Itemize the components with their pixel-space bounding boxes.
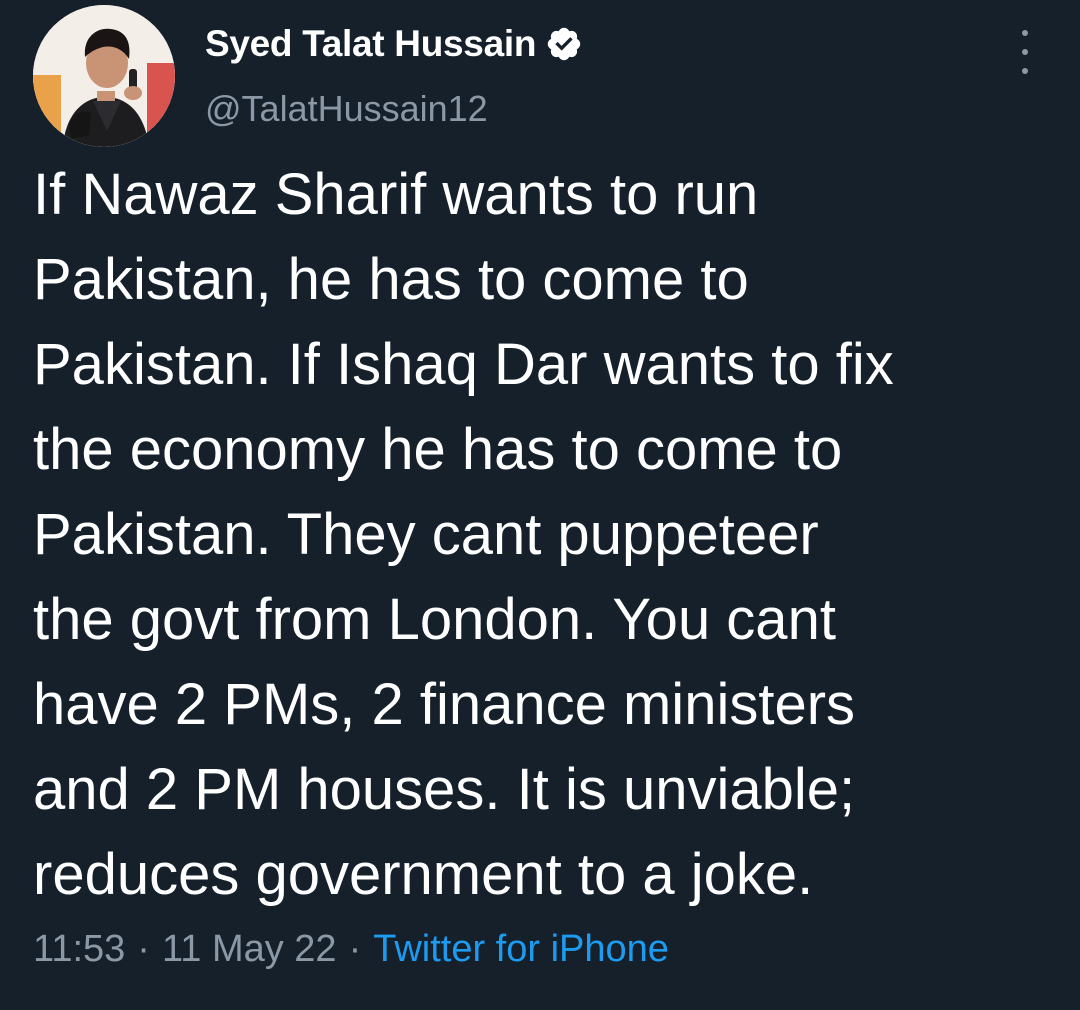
- author-display-name[interactable]: Syed Talat Hussain: [205, 23, 536, 65]
- tweet: Syed Talat Hussain @TalatHussain12 If Na…: [0, 0, 1080, 1010]
- verified-badge-icon: [547, 27, 581, 61]
- meta-separator: ·: [348, 928, 362, 970]
- author-handle[interactable]: @TalatHussain12: [205, 88, 488, 130]
- tweet-text-line: Pakistan. If Ishaq Dar wants to fix: [33, 332, 894, 397]
- tweet-text-line: Pakistan, he has to come to: [33, 247, 749, 312]
- tweet-text-line: have 2 PMs, 2 finance ministers: [33, 672, 856, 737]
- tweet-time[interactable]: 11:53: [33, 928, 125, 971]
- tweet-text-line: the govt from London. You cant: [33, 587, 836, 652]
- tweet-source-link[interactable]: Twitter for iPhone: [373, 928, 669, 971]
- more-dot: [1022, 30, 1028, 36]
- tweet-text-line: Pakistan. They cant puppeteer: [33, 502, 819, 567]
- avatar[interactable]: [33, 5, 175, 147]
- tweet-text: If Nawaz Sharif wants to run Pakistan, h…: [33, 152, 1053, 917]
- author-name-row[interactable]: Syed Talat Hussain: [205, 22, 583, 66]
- tweet-text-line: If Nawaz Sharif wants to run: [33, 162, 759, 227]
- more-dot: [1022, 49, 1028, 55]
- more-dot: [1022, 68, 1028, 74]
- avatar-photo: [33, 5, 175, 147]
- meta-separator: ·: [137, 928, 150, 970]
- tweet-text-line: the economy he has to come to: [33, 417, 843, 482]
- tweet-date[interactable]: 11 May 22: [162, 928, 337, 971]
- tweet-metadata: 11:53 · 11 May 22 · Twitter for iPhone: [33, 928, 669, 971]
- more-options-icon[interactable]: [1010, 30, 1040, 74]
- tweet-text-line: reduces government to a joke.: [33, 842, 814, 907]
- tweet-text-line: and 2 PM houses. It is unviable;: [33, 757, 856, 822]
